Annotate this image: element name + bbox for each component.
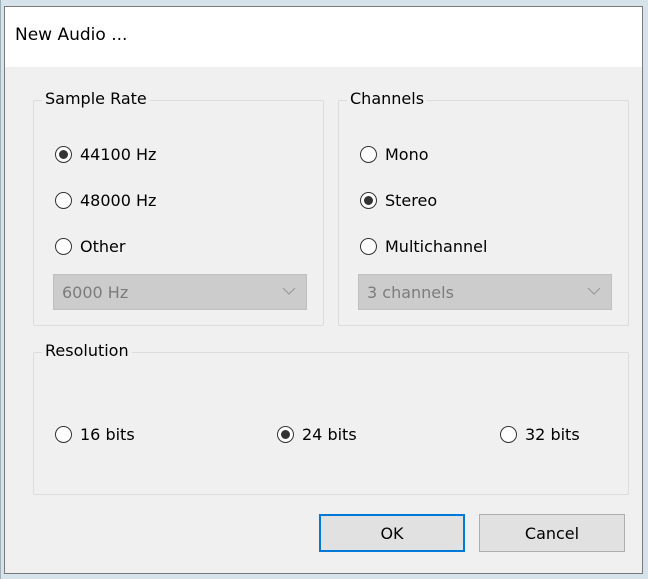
resolution-group: Resolution 16 bits 24 bits 32 bits (33, 341, 629, 495)
radio-32bits[interactable]: 32 bits (500, 425, 580, 444)
select-value: 6000 Hz (62, 282, 129, 302)
radio-button[interactable] (360, 192, 377, 209)
select-value: 3 channels (367, 282, 454, 302)
radio-button[interactable] (360, 238, 377, 255)
radio-44100[interactable]: 44100 Hz (55, 145, 156, 164)
resolution-legend: Resolution (42, 341, 132, 361)
radio-button[interactable] (55, 146, 72, 163)
radio-48000[interactable]: 48000 Hz (55, 191, 156, 210)
channels-legend: Channels (347, 89, 428, 109)
chevron-down-icon (587, 287, 601, 295)
radio-button[interactable] (55, 426, 72, 443)
cancel-button[interactable]: Cancel (479, 514, 625, 552)
radio-label: 24 bits (302, 425, 357, 444)
radio-stereo[interactable]: Stereo (360, 191, 437, 210)
other-rate-select[interactable]: 6000 Hz (53, 274, 307, 310)
radio-other[interactable]: Other (55, 237, 125, 256)
title-bar[interactable]: New Audio ... (5, 7, 642, 67)
dialog-title: New Audio ... (15, 25, 128, 45)
radio-button[interactable] (277, 426, 294, 443)
radio-selected-dot (281, 430, 290, 439)
sample-rate-legend: Sample Rate (42, 89, 150, 109)
radio-label: Mono (385, 145, 429, 164)
new-audio-dialog: New Audio ... Sample Rate 44100 Hz 48000… (4, 6, 643, 574)
radio-label: Multichannel (385, 237, 488, 256)
radio-label: 16 bits (80, 425, 135, 444)
channels-group: Channels Mono Stereo Multichannel 3 chan… (338, 89, 629, 326)
radio-label: 48000 Hz (80, 191, 157, 210)
chevron-down-icon (282, 287, 296, 295)
radio-button[interactable] (500, 426, 517, 443)
sample-rate-group: Sample Rate 44100 Hz 48000 Hz Other 6000… (33, 89, 324, 326)
radio-button[interactable] (55, 192, 72, 209)
radio-label: 44100 Hz (80, 145, 157, 164)
radio-button[interactable] (55, 238, 72, 255)
radio-button[interactable] (360, 146, 377, 163)
radio-label: Other (80, 237, 126, 256)
radio-multichannel[interactable]: Multichannel (360, 237, 487, 256)
channel-count-select[interactable]: 3 channels (358, 274, 612, 310)
radio-selected-dot (364, 196, 373, 205)
radio-label: 32 bits (525, 425, 580, 444)
radio-16bits[interactable]: 16 bits (55, 425, 135, 444)
radio-label: Stereo (385, 191, 438, 210)
radio-selected-dot (59, 150, 68, 159)
radio-24bits[interactable]: 24 bits (277, 425, 357, 444)
ok-button[interactable]: OK (319, 514, 465, 552)
radio-mono[interactable]: Mono (360, 145, 429, 164)
desktop-background: New Audio ... Sample Rate 44100 Hz 48000… (0, 0, 648, 579)
